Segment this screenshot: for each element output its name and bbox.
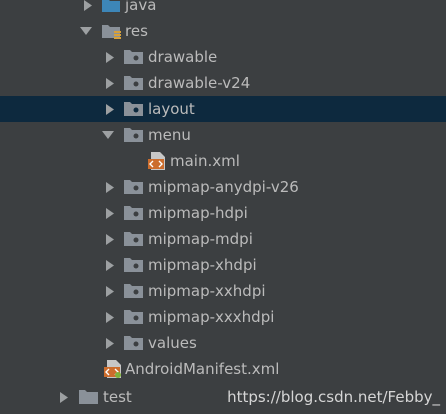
folder-icon — [124, 101, 143, 120]
tree-item-label: menu — [148, 126, 191, 144]
tree-item-label: mipmap-hdpi — [148, 204, 248, 222]
tree-item-mipmap-xxxhdpi[interactable]: mipmap-xxxhdpi — [0, 304, 446, 330]
tree-item-label: mipmap-xxhdpi — [148, 282, 266, 300]
tree-item-label: AndroidManifest.xml — [125, 360, 280, 378]
folder-icon — [124, 127, 143, 146]
expand-arrow-icon[interactable] — [104, 259, 116, 271]
folder-icon — [124, 49, 143, 68]
tree-item-label: mipmap-xhdpi — [148, 256, 257, 274]
expand-arrow-icon[interactable] — [104, 311, 116, 323]
folder-icon — [124, 231, 143, 250]
tree-item-mipmap-xxhdpi[interactable]: mipmap-xxhdpi — [0, 278, 446, 304]
tree-item-java[interactable]: java — [0, 0, 446, 18]
tree-item-drawable[interactable]: drawable — [0, 44, 446, 70]
folder-icon — [124, 335, 143, 354]
tree-item-label: values — [148, 334, 197, 352]
expand-arrow-icon[interactable] — [104, 285, 116, 297]
manifest-file-icon — [104, 360, 122, 382]
collapse-arrow-icon[interactable] — [102, 129, 114, 141]
expand-arrow-icon[interactable] — [82, 0, 94, 11]
folder-icon — [124, 205, 143, 224]
expand-arrow-icon[interactable] — [104, 51, 116, 63]
tree-item-main-xml[interactable]: main.xml — [0, 148, 446, 174]
tree-item-res[interactable]: res — [0, 18, 446, 44]
collapse-arrow-icon[interactable] — [80, 25, 92, 37]
tree-item-layout[interactable]: layout — [0, 96, 446, 122]
tree-item-menu[interactable]: menu — [0, 122, 446, 148]
expand-arrow-icon[interactable] — [104, 337, 116, 349]
source-folder-icon — [102, 0, 120, 16]
tree-item-mipmap-mdpi[interactable]: mipmap-mdpi — [0, 226, 446, 252]
tree-item-label: drawable — [148, 48, 218, 66]
tree-item-label: res — [125, 22, 148, 40]
tree-item-label: main.xml — [170, 152, 240, 170]
folder-icon — [124, 257, 143, 276]
expand-arrow-icon[interactable] — [104, 233, 116, 245]
expand-arrow-icon[interactable] — [104, 103, 116, 115]
resources-folder-icon — [102, 23, 122, 44]
tree-item-android-manifest[interactable]: AndroidManifest.xml — [0, 356, 446, 382]
tree-item-label: mipmap-mdpi — [148, 230, 253, 248]
folder-icon — [124, 179, 143, 198]
folder-icon — [124, 75, 143, 94]
expand-arrow-icon[interactable] — [104, 181, 116, 193]
tree-item-drawable-v24[interactable]: drawable-v24 — [0, 70, 446, 96]
folder-icon — [124, 283, 143, 302]
folder-icon — [79, 389, 98, 408]
tree-item-label: mipmap-xxxhdpi — [148, 308, 275, 326]
tree-item-mipmap-xhdpi[interactable]: mipmap-xhdpi — [0, 252, 446, 278]
project-tree: java res drawable drawable-v24 layout me… — [0, 0, 446, 414]
expand-arrow-icon[interactable] — [104, 77, 116, 89]
expand-arrow-icon[interactable] — [104, 207, 116, 219]
expand-arrow-icon[interactable] — [58, 391, 70, 403]
tree-item-mipmap-hdpi[interactable]: mipmap-hdpi — [0, 200, 446, 226]
tree-item-label: test — [103, 388, 132, 406]
tree-item-label: java — [125, 0, 157, 14]
tree-item-label: layout — [148, 100, 195, 118]
tree-item-label: mipmap-anydpi-v26 — [148, 178, 299, 196]
tree-item-values[interactable]: values — [0, 330, 446, 356]
folder-icon — [124, 309, 143, 328]
watermark: https://blog.csdn.net/Febby_ — [227, 388, 440, 406]
tree-item-label: drawable-v24 — [148, 74, 251, 92]
xml-file-icon — [148, 152, 166, 174]
tree-item-mipmap-anydpi-v26[interactable]: mipmap-anydpi-v26 — [0, 174, 446, 200]
